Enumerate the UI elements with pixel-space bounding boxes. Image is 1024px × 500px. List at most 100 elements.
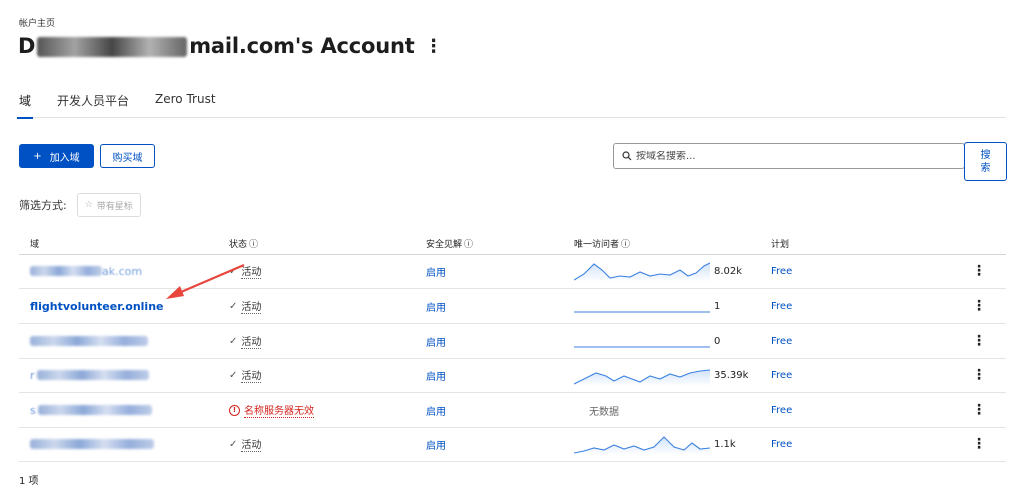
security-cell: 启用 bbox=[426, 254, 446, 288]
security-cell: 启用 bbox=[426, 427, 446, 461]
security-cell: 启用 bbox=[426, 393, 446, 427]
filter-row: 筛选方式: ☆ 带有星标 bbox=[19, 193, 141, 217]
visitors-cell: 0 bbox=[574, 324, 720, 358]
visitors-value: 1.1k bbox=[714, 438, 736, 450]
plan-cell: Free bbox=[771, 324, 792, 358]
tab-domains[interactable]: 域 bbox=[16, 84, 34, 119]
header-plan-label: 计划 bbox=[771, 240, 790, 250]
status-error[interactable]: ! 名称服务器无效 bbox=[229, 402, 314, 418]
starred-filter-button[interactable]: ☆ 带有星标 bbox=[76, 193, 141, 217]
plan-cell: Free bbox=[771, 289, 792, 323]
star-icon: ☆ bbox=[84, 200, 93, 210]
domain-link[interactable]: r bbox=[30, 369, 35, 382]
header-security-label: 安全见解 bbox=[426, 240, 463, 250]
check-icon: ✓ bbox=[229, 438, 238, 450]
column-header-domain[interactable]: 域 bbox=[30, 237, 39, 250]
plan-link[interactable]: Free bbox=[771, 370, 792, 381]
domain-cell[interactable]: ak.com bbox=[30, 254, 142, 288]
search-button[interactable]: 搜索 bbox=[964, 142, 1007, 181]
status-active[interactable]: ✓ 活动 bbox=[229, 436, 262, 452]
security-insights-link[interactable]: 启用 bbox=[426, 334, 446, 349]
redacted-domain bbox=[30, 336, 148, 346]
plus-icon: + bbox=[33, 150, 42, 162]
search-icon bbox=[622, 151, 632, 161]
plan-link[interactable]: Free bbox=[771, 266, 792, 277]
status-cell: ! 名称服务器无效 bbox=[229, 393, 314, 427]
info-icon[interactable]: ⓘ bbox=[464, 240, 473, 250]
plan-cell: Free bbox=[771, 254, 792, 288]
plan-link[interactable]: Free bbox=[771, 336, 792, 347]
visitors-sparkline bbox=[574, 436, 710, 455]
domain-cell[interactable] bbox=[30, 324, 148, 358]
plan-link[interactable]: Free bbox=[771, 439, 792, 450]
add-domain-label: 加入域 bbox=[49, 152, 80, 164]
row-more-icon[interactable]: ⋮ bbox=[972, 324, 986, 358]
security-insights-link[interactable]: 启用 bbox=[426, 403, 446, 418]
visitors-cell: 1.1k bbox=[574, 427, 736, 461]
security-cell: 启用 bbox=[426, 358, 446, 392]
column-header-plan[interactable]: 计划 bbox=[771, 237, 789, 250]
status-cell: ✓ 活动 bbox=[229, 324, 262, 358]
visitors-value: 8.02k bbox=[714, 265, 743, 277]
buy-domain-button[interactable]: 购买域 bbox=[100, 144, 155, 168]
column-header-visitors[interactable]: 唯一访问者 ⓘ bbox=[574, 237, 630, 250]
plan-cell: Free bbox=[771, 393, 792, 427]
redacted-email bbox=[37, 37, 188, 57]
visitors-no-data: 无数据 bbox=[589, 406, 619, 418]
security-insights-link[interactable]: 启用 bbox=[426, 264, 446, 279]
check-icon: ✓ bbox=[229, 335, 238, 347]
status-cell: ✓ 活动 bbox=[229, 427, 262, 461]
security-insights-link[interactable]: 启用 bbox=[426, 437, 446, 452]
domain-link[interactable]: flightvolunteer.online bbox=[30, 300, 163, 313]
table-row: r ✓ 活动 启用 35.39k Free ⋮ bbox=[19, 358, 1006, 393]
status-label: 活动 bbox=[241, 333, 262, 349]
tab-zero-trust[interactable]: Zero Trust bbox=[155, 84, 216, 118]
status-label: 名称服务器无效 bbox=[244, 402, 314, 418]
visitors-cell: 35.39k bbox=[574, 358, 748, 392]
column-header-security[interactable]: 安全见解 ⓘ bbox=[426, 237, 473, 250]
search-input[interactable] bbox=[636, 150, 956, 162]
status-label: 活动 bbox=[241, 367, 262, 383]
domain-cell[interactable]: r bbox=[30, 358, 149, 392]
breadcrumb[interactable]: 帐户主页 bbox=[19, 16, 55, 29]
warning-icon: ! bbox=[229, 404, 240, 416]
plan-cell: Free bbox=[771, 427, 792, 461]
starred-filter-label: 带有星标 bbox=[96, 201, 133, 212]
visitors-value: 0 bbox=[714, 335, 721, 347]
plan-link[interactable]: Free bbox=[771, 301, 792, 312]
info-icon[interactable]: ⓘ bbox=[621, 240, 630, 250]
status-active[interactable]: ✓ 活动 bbox=[229, 333, 262, 349]
title-row: Dmail.com's Account ⋮ bbox=[18, 34, 443, 58]
domain-cell: flightvolunteer.online bbox=[30, 289, 163, 323]
row-more-icon[interactable]: ⋮ bbox=[972, 358, 986, 392]
domain-cell[interactable]: s bbox=[30, 393, 152, 427]
status-active[interactable]: ✓ 活动 bbox=[229, 367, 262, 383]
domain-link[interactable]: ak.com bbox=[102, 265, 142, 278]
title-suffix: mail.com's Account bbox=[189, 34, 415, 58]
security-insights-link[interactable]: 启用 bbox=[426, 299, 446, 314]
check-icon: ✓ bbox=[229, 300, 238, 312]
row-more-icon[interactable]: ⋮ bbox=[972, 427, 986, 461]
domain-cell[interactable] bbox=[30, 427, 154, 461]
plan-link[interactable]: Free bbox=[771, 405, 792, 416]
tab-bar: 域 开发人员平台 Zero Trust bbox=[16, 84, 1006, 119]
row-more-icon[interactable]: ⋮ bbox=[972, 393, 986, 427]
tab-developer-platform[interactable]: 开发人员平台 bbox=[57, 84, 129, 118]
table-row: s ! 名称服务器无效 启用 无数据 Free ⋮ bbox=[19, 393, 1006, 428]
domain-link[interactable]: s bbox=[30, 404, 36, 417]
row-more-icon[interactable]: ⋮ bbox=[972, 254, 986, 288]
info-icon[interactable]: ⓘ bbox=[249, 240, 258, 250]
add-domain-button[interactable]: + 加入域 bbox=[19, 144, 94, 168]
redacted-domain bbox=[36, 370, 149, 380]
visitors-sparkline bbox=[574, 262, 710, 282]
column-header-status[interactable]: 状态 ⓘ bbox=[229, 237, 258, 250]
search-box bbox=[613, 143, 965, 169]
header-status-label: 状态 bbox=[229, 240, 248, 250]
row-more-icon[interactable]: ⋮ bbox=[972, 289, 986, 323]
more-options-icon[interactable]: ⋮ bbox=[425, 36, 443, 57]
security-insights-link[interactable]: 启用 bbox=[426, 368, 446, 383]
visitors-cell: 无数据 bbox=[589, 393, 619, 427]
redacted-domain bbox=[30, 439, 154, 449]
redacted-domain bbox=[30, 266, 102, 276]
check-icon: ✓ bbox=[229, 369, 238, 381]
